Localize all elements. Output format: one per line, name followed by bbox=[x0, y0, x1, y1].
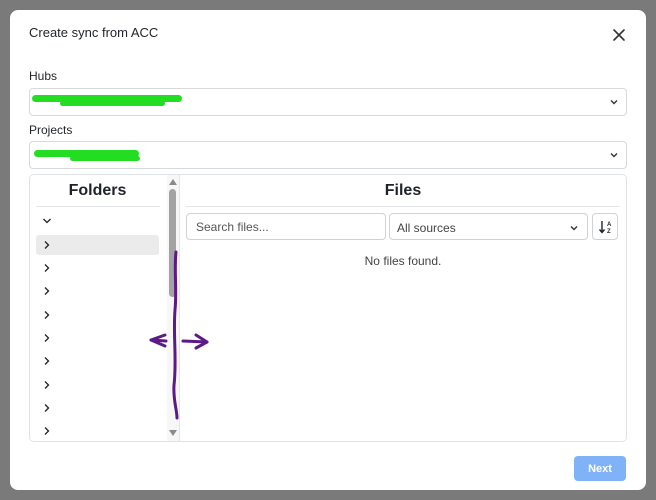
chevron-right-icon[interactable] bbox=[42, 310, 52, 320]
folder-tree-item[interactable] bbox=[36, 305, 159, 325]
chevron-right-icon[interactable] bbox=[42, 356, 52, 366]
folder-tree-item[interactable] bbox=[36, 375, 159, 395]
chevron-right-icon[interactable] bbox=[42, 286, 52, 296]
divider bbox=[186, 206, 619, 207]
pane-resize-divider[interactable] bbox=[179, 175, 180, 441]
hubs-label: Hubs bbox=[29, 69, 58, 83]
redaction-mark bbox=[70, 156, 140, 161]
empty-files-message: No files found. bbox=[364, 254, 442, 268]
dialog-title: Create sync from ACC bbox=[29, 25, 159, 40]
browser-panel: Folders Files All sources A Z No files f… bbox=[29, 174, 627, 442]
chevron-down-icon bbox=[610, 100, 618, 105]
scroll-down-icon[interactable] bbox=[169, 430, 177, 436]
chevron-right-icon[interactable] bbox=[42, 426, 52, 436]
chevron-right-icon[interactable] bbox=[42, 403, 52, 413]
search-files-input[interactable] bbox=[186, 213, 386, 240]
chevron-right-icon[interactable] bbox=[42, 333, 52, 343]
folder-tree-item[interactable] bbox=[36, 281, 159, 301]
redaction-mark bbox=[60, 101, 165, 106]
chevron-right-icon[interactable] bbox=[42, 380, 52, 390]
scroll-thumb[interactable] bbox=[169, 189, 176, 297]
folder-tree-item[interactable] bbox=[36, 351, 159, 371]
scroll-up-icon[interactable] bbox=[169, 179, 177, 185]
files-heading: Files bbox=[384, 182, 422, 199]
chevron-down-icon bbox=[610, 153, 618, 158]
close-icon[interactable] bbox=[610, 26, 628, 44]
sort-button[interactable]: A Z bbox=[592, 213, 618, 240]
projects-label: Projects bbox=[29, 123, 73, 137]
folder-tree-item[interactable] bbox=[36, 235, 159, 255]
folder-scrollbar[interactable] bbox=[167, 175, 179, 441]
source-filter-select[interactable]: All sources bbox=[389, 213, 588, 240]
svg-text:Z: Z bbox=[607, 229, 611, 234]
folder-tree-item[interactable] bbox=[36, 258, 159, 278]
folder-tree-item[interactable] bbox=[36, 421, 159, 441]
folder-tree-item[interactable] bbox=[36, 328, 159, 348]
folder-tree-item[interactable] bbox=[36, 211, 159, 231]
chevron-right-icon[interactable] bbox=[42, 240, 52, 250]
folder-tree-item[interactable] bbox=[36, 398, 159, 418]
folders-heading: Folders bbox=[68, 182, 127, 199]
svg-text:A: A bbox=[607, 222, 612, 228]
next-button[interactable]: Next bbox=[574, 456, 626, 481]
create-sync-dialog: Create sync from ACC Hubs Projects Folde… bbox=[10, 10, 646, 490]
chevron-down-icon bbox=[570, 226, 578, 231]
divider bbox=[36, 206, 160, 207]
projects-select[interactable] bbox=[29, 141, 627, 169]
source-filter-value: All sources bbox=[397, 221, 456, 235]
chevron-right-icon[interactable] bbox=[42, 263, 52, 273]
sort-alpha-icon: A Z bbox=[598, 221, 612, 234]
hubs-select[interactable] bbox=[29, 88, 627, 116]
chevron-down-icon[interactable] bbox=[42, 216, 52, 226]
